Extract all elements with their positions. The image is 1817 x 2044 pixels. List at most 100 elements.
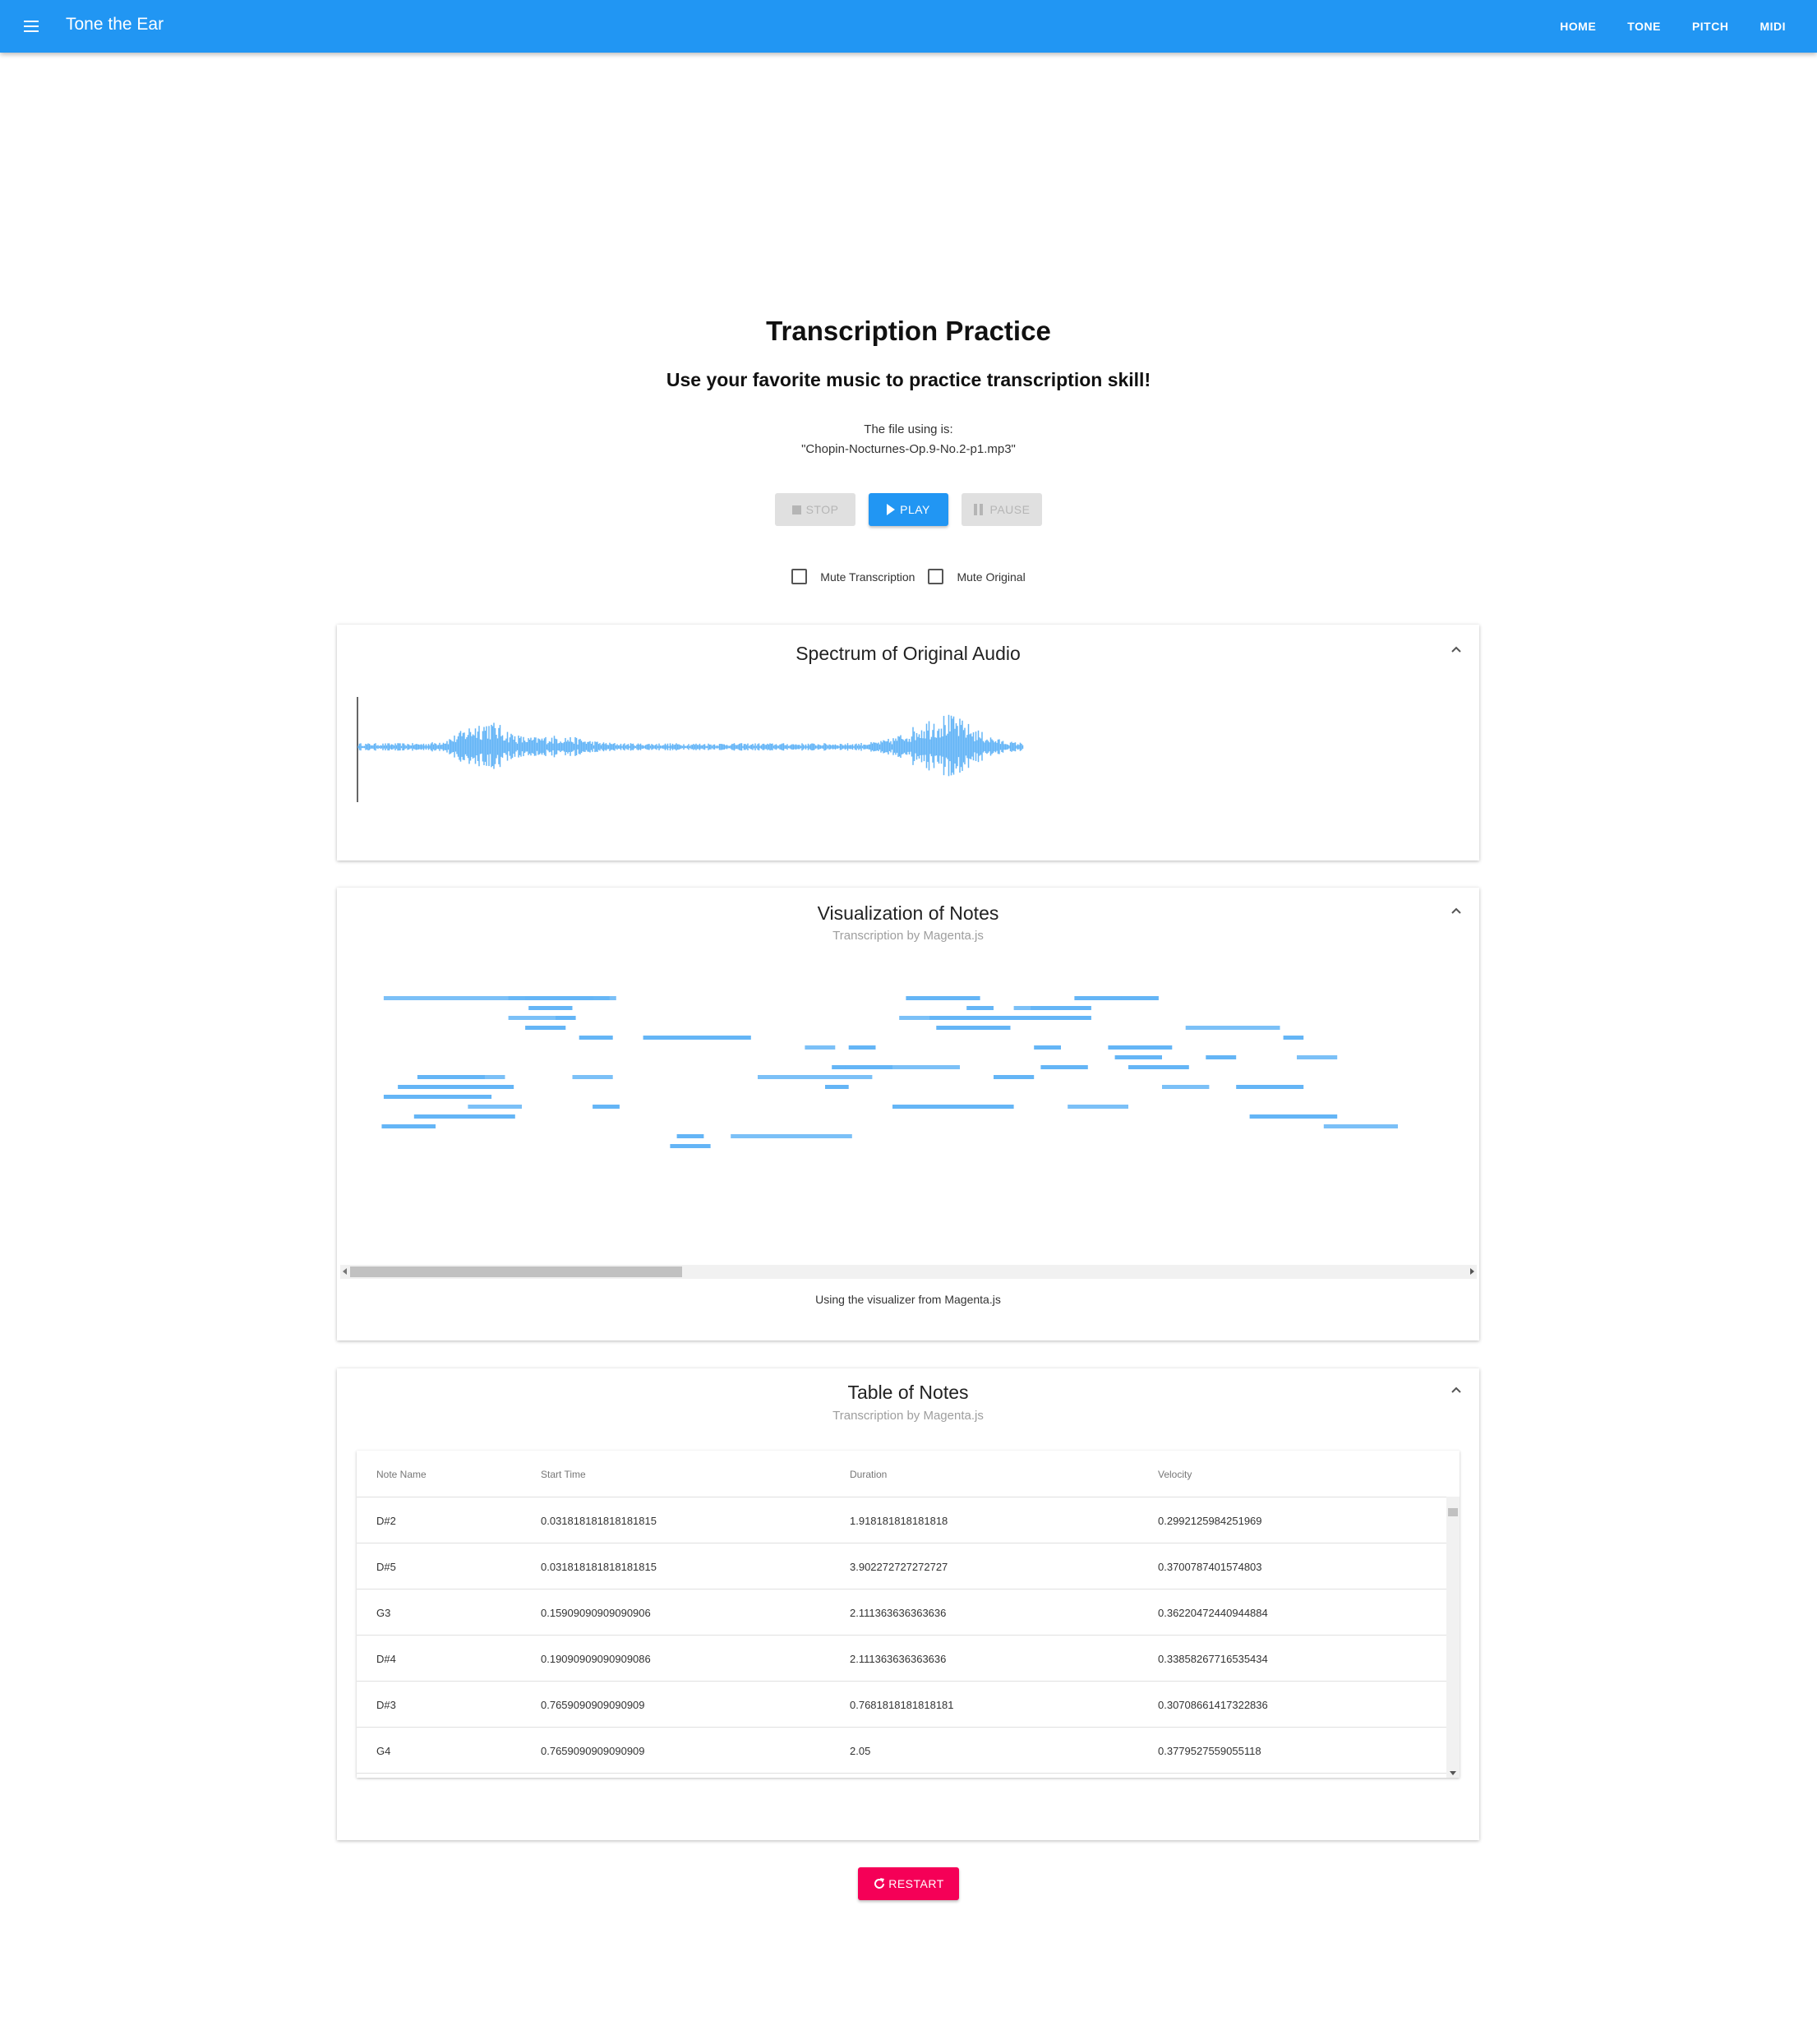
stop-label: STOP: [805, 503, 839, 516]
note-bar: [1249, 1114, 1338, 1119]
col-start-time[interactable]: Start Time: [541, 1469, 586, 1480]
table-row[interactable]: G4 0.7659090909090909 2.05 0.37795275590…: [357, 1728, 1446, 1774]
horizontal-scrollbar[interactable]: [340, 1265, 1477, 1279]
cell-duration: 0.7681818181818181: [850, 1699, 954, 1711]
cell-note: D#4: [376, 1653, 396, 1665]
note-bar: [1114, 1055, 1162, 1059]
notes-table: Note Name Start Time Duration Velocity D…: [357, 1451, 1460, 1778]
play-button[interactable]: PLAY: [869, 493, 948, 526]
page-title: Transcription Practice: [766, 316, 1051, 346]
cell-velocity: 0.3779527559055118: [1158, 1745, 1261, 1757]
note-bar: [579, 1036, 613, 1040]
col-velocity[interactable]: Velocity: [1158, 1469, 1192, 1480]
cell-note: G4: [376, 1745, 391, 1757]
waveform-bars: [357, 714, 1024, 777]
note-bar: [1040, 1065, 1088, 1069]
note-bar: [528, 1006, 573, 1010]
cell-velocity: 0.2992125984251969: [1158, 1515, 1262, 1527]
checkbox-icon[interactable]: [791, 569, 808, 584]
table-row[interactable]: D#2 0.031818181818181815 1.9181818181818…: [357, 1497, 1446, 1543]
note-bar: [525, 996, 610, 1000]
restart-button[interactable]: RESTART: [858, 1867, 959, 1900]
mute-transcription-checkbox[interactable]: Mute Transcription: [791, 569, 915, 584]
note-bar: [899, 1016, 960, 1020]
play-label: PLAY: [900, 503, 930, 516]
nav-tone[interactable]: TONE: [1627, 20, 1661, 33]
spectrum-card: Spectrum of Original Audio: [337, 625, 1479, 861]
checkbox-icon[interactable]: [928, 569, 944, 584]
scroll-thumb[interactable]: [1448, 1508, 1458, 1516]
scroll-down-icon[interactable]: [1450, 1771, 1456, 1776]
cell-velocity: 0.33858267716535434: [1158, 1653, 1268, 1665]
note-bar: [1206, 1055, 1237, 1059]
stop-icon: [791, 505, 801, 514]
cell-duration: 2.111363636363636: [850, 1653, 947, 1665]
col-note-name[interactable]: Note Name: [376, 1469, 427, 1480]
scroll-right-icon[interactable]: [1470, 1268, 1474, 1275]
note-bar: [892, 1105, 1014, 1109]
note-bar: [508, 1016, 566, 1020]
cell-start: 0.7659090909090909: [541, 1699, 645, 1711]
note-bar: [1128, 1065, 1189, 1069]
note-bar: [1283, 1036, 1304, 1040]
note-bar: [525, 1026, 566, 1030]
table-row[interactable]: G3 0.15909090909090906 2.111363636363636…: [357, 1590, 1446, 1636]
table-row[interactable]: D#4 0.19090909090909086 2.11136363636363…: [357, 1636, 1446, 1682]
note-bar: [1013, 1006, 1054, 1010]
cell-note: D#3: [376, 1699, 396, 1711]
mute-original-label: Mute Original: [957, 570, 1026, 584]
col-duration[interactable]: Duration: [850, 1469, 887, 1480]
vertical-scrollbar[interactable]: [1446, 1497, 1460, 1778]
note-bar: [731, 1134, 852, 1138]
note-bar: [413, 1114, 515, 1119]
notes-table-title: Table of Notes: [847, 1382, 969, 1403]
note-bar: [1068, 1105, 1128, 1109]
app-title[interactable]: Tone the Ear: [66, 15, 164, 35]
notes-visualization-card: Visualization of Notes Transcription by …: [337, 888, 1479, 1340]
note-bar: [1185, 1026, 1280, 1030]
scroll-thumb[interactable]: [350, 1267, 682, 1277]
note-bar: [936, 1026, 1011, 1030]
nav-home[interactable]: HOME: [1560, 20, 1596, 33]
note-bar: [845, 1065, 960, 1069]
note-bar: [1108, 1045, 1173, 1050]
cell-start: 0.031818181818181815: [541, 1515, 657, 1527]
piano-roll[interactable]: [337, 888, 1479, 1257]
note-bar: [825, 1085, 849, 1089]
chevron-up-icon[interactable]: [1450, 1383, 1463, 1396]
pause-icon: [973, 504, 985, 515]
nav-pitch[interactable]: PITCH: [1692, 20, 1729, 33]
note-bar: [1236, 1085, 1304, 1089]
table-row[interactable]: D#3 0.7659090909090909 0.768181818181818…: [357, 1682, 1446, 1728]
menu-icon[interactable]: [21, 16, 41, 36]
pause-label: PAUSE: [989, 503, 1031, 516]
pause-button[interactable]: PAUSE: [962, 493, 1042, 526]
scroll-left-icon[interactable]: [343, 1268, 347, 1275]
nav-midi[interactable]: MIDI: [1759, 20, 1786, 33]
note-bar: [593, 1105, 620, 1109]
cell-velocity: 0.30708661417322836: [1158, 1699, 1268, 1711]
cell-velocity: 0.3700787401574803: [1158, 1561, 1262, 1573]
table-row[interactable]: D#5 0.031818181818181815 3.9022727272727…: [357, 1543, 1446, 1590]
notes-table-card: Table of Notes Transcription by Magenta.…: [337, 1368, 1479, 1840]
cell-velocity: 0.36220472440944884: [1158, 1607, 1268, 1619]
note-bar: [1034, 1045, 1061, 1050]
note-bar: [1297, 1055, 1338, 1059]
file-label: The file using is:: [864, 422, 953, 436]
restart-label: RESTART: [888, 1877, 944, 1890]
note-bar: [848, 1045, 876, 1050]
note-bar: [381, 1124, 436, 1128]
note-bar: [572, 1075, 613, 1079]
cell-duration: 3.902272727272727: [850, 1561, 948, 1573]
note-bar: [994, 1075, 1035, 1079]
note-bar: [398, 1085, 514, 1089]
stop-button[interactable]: STOP: [775, 493, 855, 526]
refresh-icon: [874, 1878, 885, 1889]
note-bar: [383, 1095, 492, 1099]
note-bar: [643, 1036, 751, 1040]
spectrum-waveform[interactable]: [337, 625, 1479, 861]
note-bar: [670, 1144, 711, 1148]
visualizer-caption: Using the visualizer from Magenta.js: [815, 1293, 1001, 1306]
mute-original-checkbox[interactable]: Mute Original: [928, 569, 1026, 584]
piano-roll-notes: [381, 996, 1398, 1148]
